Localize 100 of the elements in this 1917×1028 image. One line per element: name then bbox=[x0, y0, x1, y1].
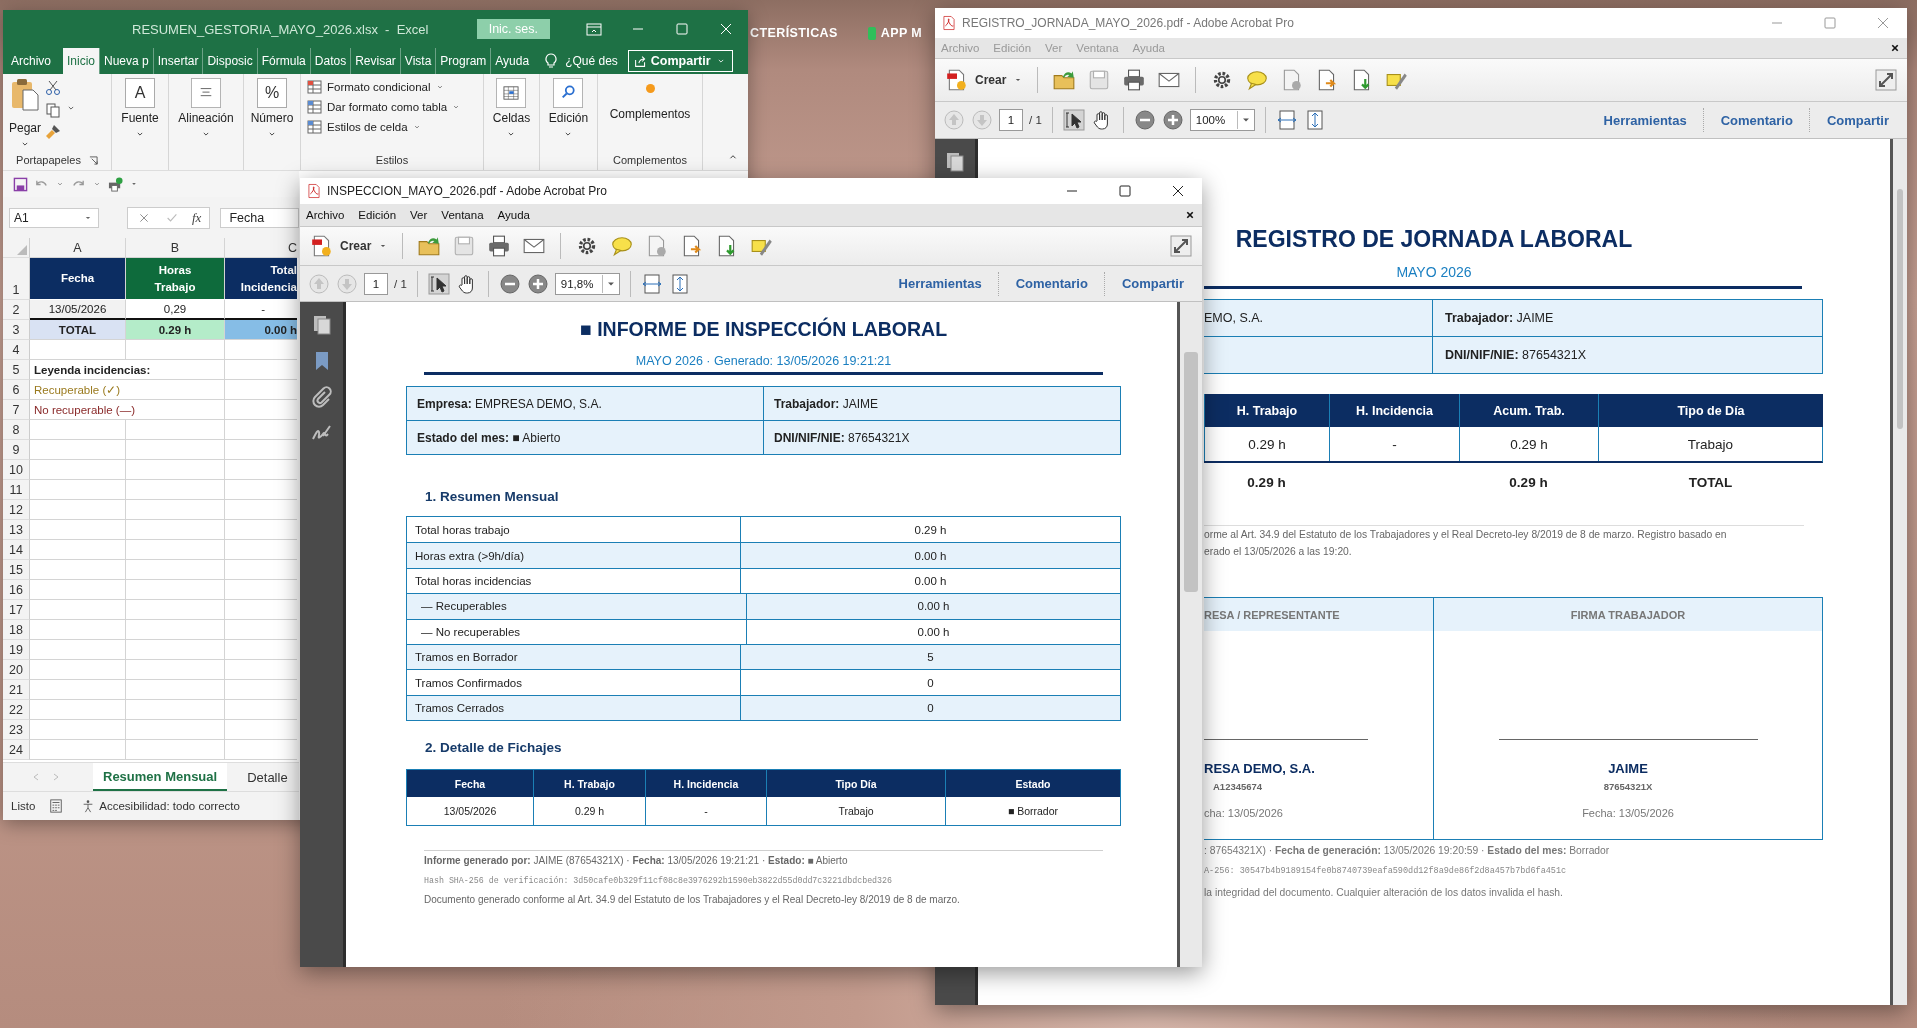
table-cell[interactable]: Horas Trabajo bbox=[126, 258, 225, 300]
accessibility-status[interactable]: Accesibilidad: todo correcto bbox=[81, 799, 240, 813]
table-cell[interactable] bbox=[30, 500, 126, 520]
paste-button[interactable]: Pegar bbox=[9, 78, 42, 150]
table-cell[interactable] bbox=[126, 540, 225, 560]
row-header[interactable]: 19 bbox=[3, 640, 30, 660]
ribbon-button[interactable]: % Número bbox=[250, 78, 294, 140]
scroll-thumb[interactable] bbox=[1184, 352, 1198, 592]
ribbon-button[interactable]: Alineación bbox=[178, 78, 234, 140]
table-cell[interactable]: 0.29 h bbox=[126, 320, 225, 340]
zoom-field[interactable]: 91,8% bbox=[554, 272, 620, 295]
table-cell[interactable] bbox=[30, 660, 126, 680]
table-cell[interactable] bbox=[126, 460, 225, 480]
table-cell[interactable] bbox=[30, 420, 126, 440]
table-cell[interactable] bbox=[126, 680, 225, 700]
table-cell[interactable] bbox=[126, 480, 225, 500]
previous-sheet-icon[interactable] bbox=[31, 772, 41, 782]
table-cell[interactable] bbox=[126, 420, 225, 440]
table-cell[interactable] bbox=[30, 600, 126, 620]
menu-item[interactable]: Archivo bbox=[306, 209, 345, 221]
table-cell[interactable]: 0.00 h bbox=[225, 320, 297, 340]
row-header[interactable]: 8 bbox=[3, 420, 30, 440]
toolbar-link[interactable]: Compartir bbox=[1111, 276, 1194, 291]
row-header[interactable]: 2 bbox=[3, 300, 30, 320]
table-cell[interactable] bbox=[126, 620, 225, 640]
insert-function-button[interactable]: fx bbox=[192, 209, 202, 226]
toolbar-link[interactable]: Herramientas bbox=[888, 276, 992, 291]
page-field[interactable]: 1 bbox=[364, 272, 388, 295]
table-cell[interactable] bbox=[30, 340, 126, 360]
table-cell[interactable] bbox=[30, 740, 126, 760]
table-cell[interactable] bbox=[30, 620, 126, 640]
row-header[interactable]: 13 bbox=[3, 520, 30, 540]
column-header[interactable]: A bbox=[30, 238, 126, 258]
table-cell[interactable] bbox=[126, 440, 225, 460]
row-header[interactable]: 10 bbox=[3, 460, 30, 480]
dialog-launcher-icon[interactable] bbox=[88, 155, 98, 165]
table-cell[interactable] bbox=[30, 540, 126, 560]
create-button[interactable]: Crear bbox=[310, 234, 390, 258]
table-cell[interactable]: No recuperable (—) bbox=[30, 400, 225, 420]
search-field[interactable]: ¿Qué des bbox=[565, 54, 618, 68]
table-cell[interactable]: 13/05/2026 bbox=[30, 300, 126, 320]
share-button[interactable]: Compartir bbox=[627, 50, 733, 72]
row-header[interactable]: 18 bbox=[3, 620, 30, 640]
table-cell[interactable] bbox=[126, 600, 225, 620]
table-cell[interactable] bbox=[30, 460, 126, 480]
scissors-icon[interactable] bbox=[45, 80, 62, 96]
menu-item[interactable]: Ayuda bbox=[497, 209, 530, 221]
add-ins-button[interactable]: Complementos bbox=[609, 107, 691, 121]
row-header[interactable]: 11 bbox=[3, 480, 30, 500]
ribbon-button[interactable]: Edición bbox=[548, 78, 589, 140]
table-cell[interactable] bbox=[30, 640, 126, 660]
table-cell[interactable] bbox=[30, 560, 126, 580]
copy-icon[interactable] bbox=[45, 102, 62, 118]
toolbar-link[interactable]: Comentario bbox=[1005, 276, 1098, 291]
table-cell[interactable] bbox=[126, 640, 225, 660]
close-icon[interactable] bbox=[1184, 209, 1196, 221]
expand-icon[interactable] bbox=[1170, 235, 1192, 257]
table-cell[interactable] bbox=[30, 480, 126, 500]
table-cell[interactable]: TOTAL bbox=[30, 320, 126, 340]
row-header[interactable]: 24 bbox=[3, 740, 30, 760]
fit-width-icon[interactable] bbox=[640, 272, 663, 295]
next-sheet-icon[interactable] bbox=[51, 772, 61, 782]
table-cell[interactable] bbox=[126, 500, 225, 520]
table-cell[interactable] bbox=[30, 580, 126, 600]
save-icon[interactable] bbox=[13, 176, 28, 192]
row-header[interactable]: 15 bbox=[3, 560, 30, 580]
row-header[interactable]: 23 bbox=[3, 720, 30, 740]
row-header[interactable]: 12 bbox=[3, 500, 30, 520]
arrow-down-icon[interactable] bbox=[336, 272, 358, 295]
menu-item[interactable]: Edición bbox=[358, 209, 397, 221]
formula-field[interactable]: Fecha bbox=[220, 207, 299, 228]
table-cell[interactable] bbox=[30, 680, 126, 700]
row-header[interactable]: 1 bbox=[3, 258, 30, 300]
table-cell[interactable] bbox=[126, 560, 225, 580]
row-header[interactable]: 17 bbox=[3, 600, 30, 620]
table-cell[interactable] bbox=[30, 700, 126, 720]
sheet-tab[interactable]: Resumen Mensual bbox=[93, 763, 228, 791]
row-header[interactable]: 7 bbox=[3, 400, 30, 420]
row-header[interactable]: 21 bbox=[3, 680, 30, 700]
paperclip-icon[interactable] bbox=[310, 386, 333, 408]
nav-link[interactable]: APP M bbox=[880, 26, 923, 40]
table-cell[interactable] bbox=[30, 520, 126, 540]
table-cell[interactable] bbox=[126, 720, 225, 740]
row-header[interactable]: 9 bbox=[3, 440, 30, 460]
table-cell[interactable] bbox=[126, 740, 225, 760]
zoom-in-icon[interactable] bbox=[526, 272, 549, 295]
table-cell[interactable] bbox=[126, 700, 225, 720]
lightbulb-icon[interactable] bbox=[543, 53, 560, 69]
arrow-up-icon[interactable] bbox=[308, 272, 330, 295]
table-cell[interactable]: Fecha bbox=[30, 258, 126, 300]
table-cell[interactable] bbox=[30, 440, 126, 460]
row-header[interactable]: 3 bbox=[3, 320, 30, 340]
column-header[interactable]: B bbox=[126, 238, 225, 258]
table-cell[interactable] bbox=[126, 580, 225, 600]
table-cell[interactable]: Leyenda incidencias: bbox=[30, 360, 225, 380]
speech-bubble-icon[interactable] bbox=[610, 234, 635, 258]
row-header[interactable]: 14 bbox=[3, 540, 30, 560]
menu-item[interactable]: Ver bbox=[410, 209, 428, 221]
table-cell[interactable] bbox=[126, 520, 225, 540]
table-cell[interactable]: Total Incidencia bbox=[225, 258, 297, 300]
